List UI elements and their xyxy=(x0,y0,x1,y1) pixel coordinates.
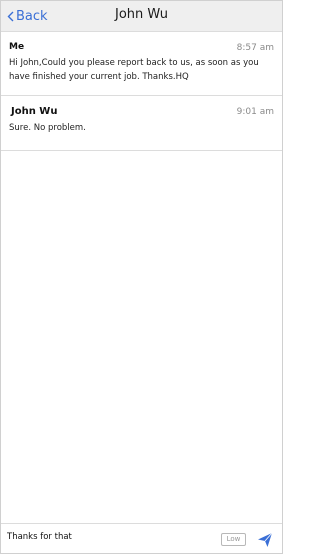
chat-screen: Back John Wu Me 8:57 am Hi John,Could yo… xyxy=(0,0,283,554)
message-time: 9:01 am xyxy=(236,107,274,117)
priority-button[interactable]: Low xyxy=(221,533,246,546)
message-time: 8:57 am xyxy=(236,43,274,53)
message-list: Me 8:57 am Hi John,Could you please repo… xyxy=(1,32,282,151)
conversation-title: John Wu xyxy=(114,7,169,22)
message-item: John Wu 9:01 am Sure. No problem. xyxy=(1,96,282,151)
message-composer: Low xyxy=(1,523,282,553)
message-item: Me 8:57 am Hi John,Could you please repo… xyxy=(1,32,282,96)
message-input[interactable] xyxy=(7,532,207,542)
message-text: Sure. No problem. xyxy=(9,123,86,133)
message-sender: John Wu xyxy=(11,106,58,117)
message-sender: Me xyxy=(9,42,25,52)
send-button[interactable] xyxy=(257,532,273,548)
header-bar: Back John Wu xyxy=(1,1,282,32)
message-text: Hi John,Could you please report back to … xyxy=(9,58,259,82)
send-icon xyxy=(258,532,273,547)
